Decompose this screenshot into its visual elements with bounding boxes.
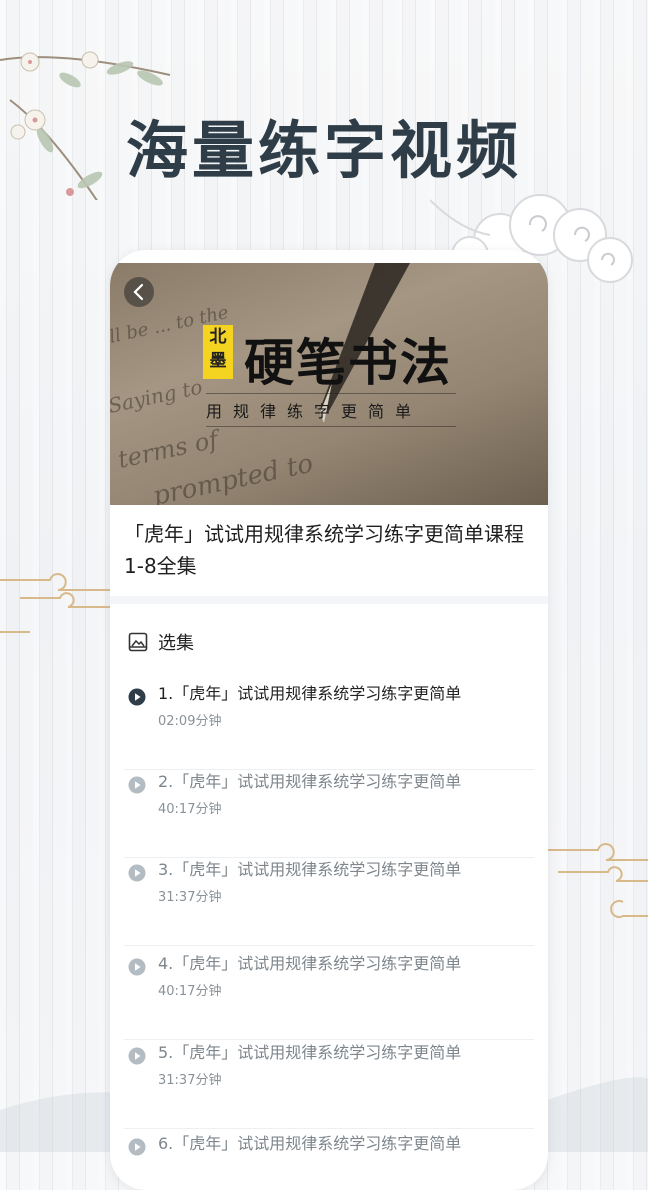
episode-title: 1.「虎年」试试用规律系统学习练字更简单	[158, 684, 462, 703]
episode-item[interactable]: 5.「虎年」试试用规律系统学习练字更简单 31:37分钟	[124, 1041, 534, 1129]
episode-duration: 02:09分钟	[158, 714, 222, 729]
wave-decoration-left	[0, 573, 112, 633]
episode-title: 3.「虎年」试试用规律系统学习练字更简单	[158, 860, 462, 879]
episode-title: 6.「虎年」试试用规律系统学习练字更简单	[158, 1134, 462, 1153]
episode-title: 4.「虎年」试试用规律系统学习练字更简单	[158, 954, 462, 973]
svg-text:Saying to: Saying to	[110, 375, 204, 418]
episode-item[interactable]: 3.「虎年」试试用规律系统学习练字更简单 31:37分钟	[124, 858, 534, 946]
phone-screen: all be ... to the Saying to terms of pro…	[110, 250, 548, 1190]
episode-duration: 31:37分钟	[158, 890, 222, 905]
course-title: 「虎年」试试用规律系统学习练字更简单课程1-8全集	[124, 522, 524, 578]
svg-text:terms of: terms of	[115, 425, 224, 474]
episode-duration: 31:37分钟	[158, 1073, 222, 1088]
episode-item[interactable]: 1.「虎年」试试用规律系统学习练字更简单 02:09分钟	[124, 682, 534, 770]
video-player[interactable]: all be ... to the Saying to terms of pro…	[110, 263, 548, 505]
page-headline: 海量练字视频	[125, 114, 522, 187]
episode-duration: 40:17分钟	[158, 984, 222, 999]
episode-item[interactable]: 4.「虎年」试试用规律系统学习练字更简单 40:17分钟	[124, 952, 534, 1040]
play-circle-icon	[128, 1138, 146, 1156]
play-circle-icon	[128, 1047, 146, 1065]
wave-decoration-right	[548, 843, 648, 918]
row-divider	[124, 1128, 534, 1129]
row-divider	[124, 1039, 534, 1040]
section-divider	[110, 596, 548, 604]
play-circle-icon	[128, 864, 146, 882]
chevron-left-icon	[133, 283, 144, 301]
episode-title: 2.「虎年」试试用规律系统学习练字更简单	[158, 772, 462, 791]
play-circle-icon	[128, 958, 146, 976]
playlist-icon	[128, 632, 148, 652]
video-title: 硬笔书法	[244, 334, 452, 392]
video-subtitle: 用规律练字更简单	[206, 393, 456, 427]
section-label: 选集	[158, 633, 194, 654]
brand-seal: 北墨	[203, 325, 233, 379]
back-button[interactable]	[124, 277, 154, 307]
episode-title: 5.「虎年」试试用规律系统学习练字更简单	[158, 1043, 462, 1062]
episodes-section-header: 选集	[128, 630, 194, 654]
play-circle-icon	[128, 776, 146, 794]
episode-item[interactable]: 2.「虎年」试试用规律系统学习练字更简单 40:17分钟	[124, 770, 534, 858]
row-divider	[124, 945, 534, 946]
play-circle-icon	[128, 688, 146, 706]
episode-item[interactable]: 6.「虎年」试试用规律系统学习练字更简单	[124, 1132, 534, 1190]
episode-duration: 40:17分钟	[158, 802, 222, 817]
